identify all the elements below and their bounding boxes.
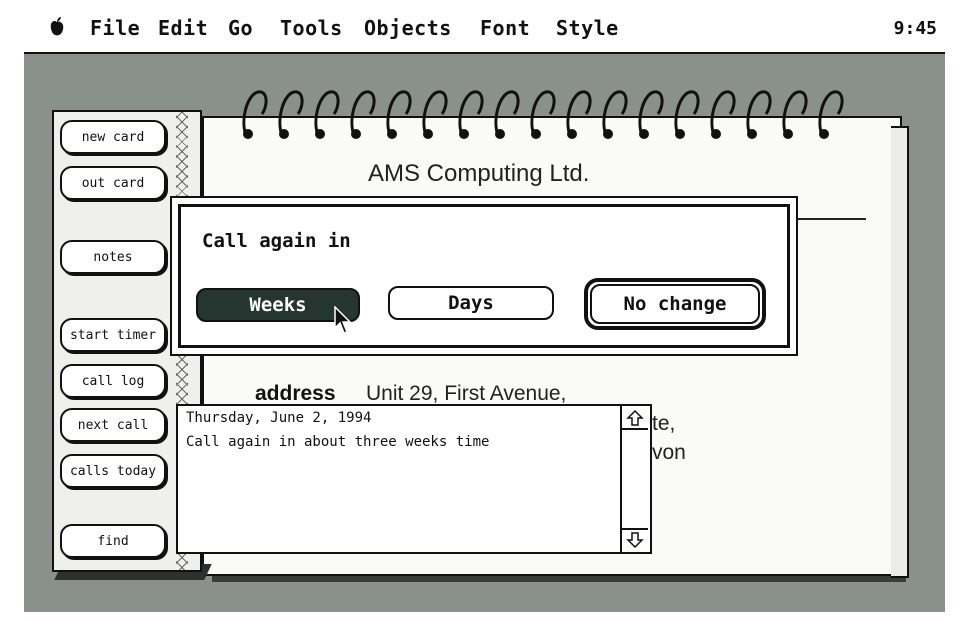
menu-bar: File Edit Go Tools Objects Font Style 9:… (24, 6, 945, 54)
menu-style[interactable]: Style (556, 16, 619, 40)
menu-objects[interactable]: Objects (364, 16, 452, 40)
calls-today-button[interactable]: calls today (60, 454, 166, 488)
monitor-bezel-left (0, 0, 24, 622)
dialog-title: Call again in (202, 230, 351, 252)
binding-hole (639, 129, 649, 139)
binding-hole (459, 129, 469, 139)
binding-hole (747, 129, 757, 139)
menu-go[interactable]: Go (228, 16, 253, 40)
menu-font[interactable]: Font (480, 16, 530, 40)
menu-edit[interactable]: Edit (158, 16, 208, 40)
field-underline (790, 218, 866, 220)
address-label: address (255, 382, 336, 405)
notes-line-1: Thursday, June 2, 1994 (186, 410, 372, 426)
binding-hole (531, 129, 541, 139)
menu-tools[interactable]: Tools (280, 16, 343, 40)
address-line-2[interactable]: te, (652, 412, 675, 436)
monitor-bezel-right (945, 0, 961, 622)
clock: 9:45 (893, 18, 937, 39)
call-log-button[interactable]: call log (60, 364, 166, 398)
address-line-1[interactable]: Unit 29, First Avenue, (366, 382, 566, 406)
binding-hole (387, 129, 397, 139)
binding-hole (351, 129, 361, 139)
scroll-down-arrow-icon[interactable] (622, 528, 648, 550)
mouse-pointer-icon (334, 306, 352, 334)
no-change-button[interactable]: No change (590, 284, 760, 324)
scroll-up-arrow-icon[interactable] (622, 408, 648, 430)
binding-hole (243, 129, 253, 139)
call-again-dialog (170, 196, 798, 356)
notes-line-2: Call again in about three weeks time (186, 434, 490, 450)
spiral-binding (242, 90, 844, 139)
new-card-button[interactable]: new card (60, 120, 166, 154)
binding-hole (783, 129, 793, 139)
binding-hole (315, 129, 325, 139)
binding-hole (711, 129, 721, 139)
binding-hole (819, 129, 829, 139)
apple-icon[interactable] (46, 16, 68, 38)
address-line-3[interactable]: von (652, 441, 686, 465)
card-page-edge (891, 126, 909, 578)
notes-button[interactable]: notes (60, 240, 166, 274)
find-button[interactable]: find (60, 524, 166, 558)
binding-hole (279, 129, 289, 139)
binding-hole (567, 129, 577, 139)
binding-hole (603, 129, 613, 139)
notes-text-box[interactable] (176, 404, 652, 554)
start-timer-button[interactable]: start timer (60, 318, 166, 352)
company-name[interactable]: AMS Computing Ltd. (368, 160, 589, 188)
out-card-button[interactable]: out card (60, 166, 166, 200)
days-button[interactable]: Days (388, 286, 554, 320)
binding-hole (495, 129, 505, 139)
binding-hole (675, 129, 685, 139)
menu-file[interactable]: File (90, 16, 140, 40)
next-call-button[interactable]: next call (60, 408, 166, 442)
binding-hole (423, 129, 433, 139)
